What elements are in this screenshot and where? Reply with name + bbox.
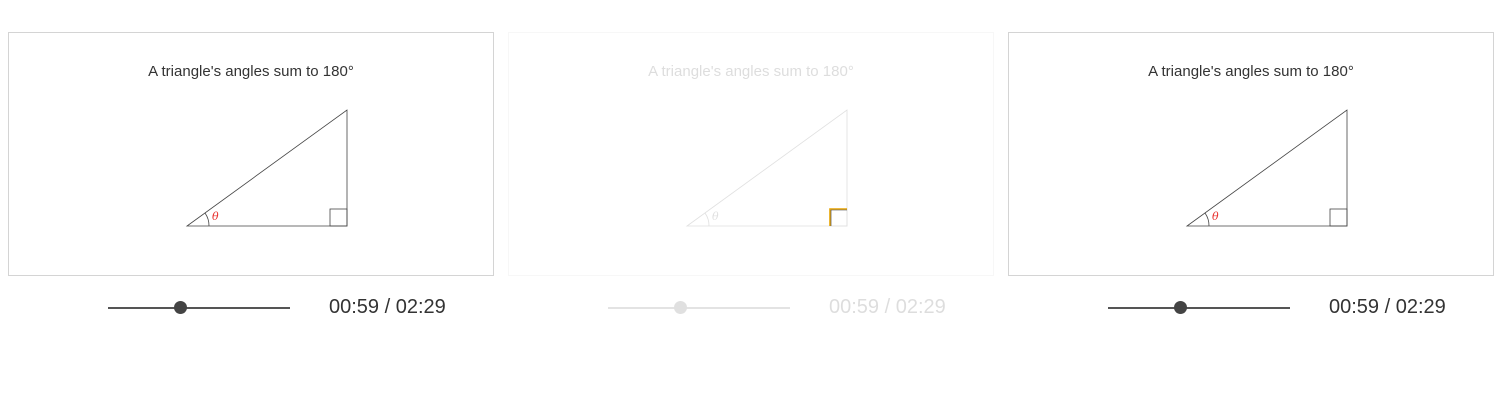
- triangle-diagram: θ: [1185, 109, 1348, 227]
- right-triangle: [685, 109, 848, 227]
- right-angle-marker: [829, 208, 848, 227]
- angle-arc: [204, 212, 210, 227]
- seek-slider[interactable]: [108, 301, 290, 314]
- triangle-diagram: θ: [685, 109, 848, 227]
- right-triangle: [185, 109, 348, 227]
- right-angle-marker: [329, 208, 348, 227]
- time-display: 00:59 / 02:29: [829, 296, 946, 318]
- seek-thumb[interactable]: [1173, 301, 1187, 314]
- time-display: 00:59 / 02:29: [1329, 296, 1446, 318]
- right-angle-marker: [1329, 208, 1348, 227]
- playback-controls: 00:59 / 02:29: [1000, 288, 1500, 328]
- video-player-3: A triangle's angles sum to 180° θ 00:59 …: [1000, 32, 1500, 352]
- seek-thumb[interactable]: [673, 301, 687, 314]
- video-player-2: A triangle's angles sum to 180° θ 00:59 …: [500, 32, 1000, 352]
- video-player-1: A triangle's angles sum to 180° θ 00:59 …: [0, 32, 500, 352]
- playback-controls: 00:59 / 02:29: [500, 288, 1000, 328]
- angle-theta-label: θ: [712, 210, 719, 223]
- angle-arc: [704, 212, 710, 227]
- seek-thumb[interactable]: [173, 301, 187, 314]
- angle-theta-label: θ: [212, 210, 219, 223]
- angle-arc: [1204, 212, 1210, 227]
- time-display: 00:59 / 02:29: [329, 296, 446, 318]
- seek-slider[interactable]: [608, 301, 790, 314]
- triangle-diagram: θ: [185, 109, 348, 227]
- right-triangle: [1185, 109, 1348, 227]
- seek-slider[interactable]: [1108, 301, 1290, 314]
- playback-controls: 00:59 / 02:29: [0, 288, 500, 328]
- angle-theta-label: θ: [1212, 210, 1219, 223]
